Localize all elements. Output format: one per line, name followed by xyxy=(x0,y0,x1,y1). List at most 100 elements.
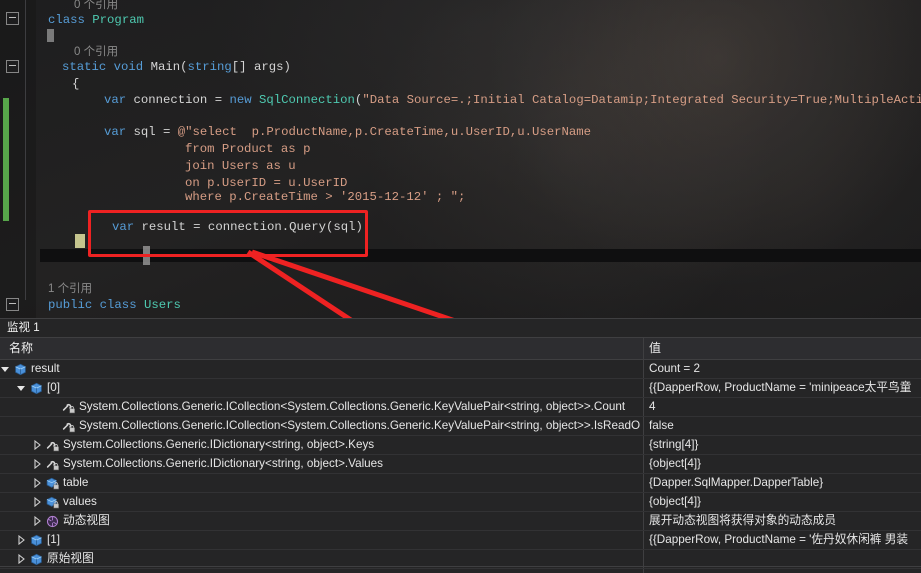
code-token: { xyxy=(72,77,79,91)
watch-row-name[interactable] xyxy=(31,569,643,573)
code-token xyxy=(252,93,259,107)
code-token: [] xyxy=(232,60,254,74)
code-token: static xyxy=(62,60,106,74)
code-token: class xyxy=(100,298,137,312)
watch-row-value[interactable]: Count = 2 xyxy=(649,360,921,378)
code-token: new xyxy=(229,93,251,107)
watch-row-name[interactable]: System.Collections.Generic.ICollection<S… xyxy=(79,398,643,416)
watch-row[interactable]: System.Collections.Generic.ICollection<S… xyxy=(0,398,921,417)
watch-row-name[interactable]: [1] xyxy=(47,531,643,549)
code-token: join Users as u xyxy=(185,159,296,173)
watch-panel[interactable]: 监视 1 名称 值 result Count = 2 [0] {{DapperRow,… xyxy=(0,318,921,573)
code-token: where p.CreateTime > '2015-12-12' ; "; xyxy=(185,190,465,204)
watch-row-name[interactable]: System.Collections.Generic.IDictionary<s… xyxy=(63,436,643,454)
watch-row[interactable] xyxy=(0,569,921,573)
code-token xyxy=(137,298,144,312)
code-line: var sql = @"select p.ProductName,p.Creat… xyxy=(104,124,591,141)
watch-row-value[interactable]: false xyxy=(649,417,921,435)
code-text-layer: 0 个引用class Program0 个引用static void Main(… xyxy=(0,0,921,318)
watch-row[interactable]: System.Collections.Generic.IDictionary<s… xyxy=(0,455,921,474)
watch-panel-title: 监视 1 xyxy=(0,319,921,337)
chevron-down-icon[interactable] xyxy=(16,383,26,393)
watch-row[interactable]: [0] {{DapperRow, ProductName = 'minipeace… xyxy=(0,379,921,398)
code-line: join Users as u xyxy=(185,158,296,175)
property-lock-icon xyxy=(62,420,75,433)
dynamic-view-icon xyxy=(46,515,59,528)
code-editor[interactable]: 0 个引用class Program0 个引用static void Main(… xyxy=(0,0,921,318)
code-token: var xyxy=(104,93,126,107)
watch-row-value[interactable]: {{DapperRow, ProductName = '佐丹奴休闲裤 男装 xyxy=(649,531,921,549)
code-line: where p.CreateTime > '2015-12-12' ; "; xyxy=(185,189,465,206)
watch-row-name[interactable]: values xyxy=(63,493,643,511)
codelens-reference-count[interactable]: 1 个引用 xyxy=(48,281,92,298)
chevron-right-icon[interactable] xyxy=(16,535,26,545)
chevron-right-icon[interactable] xyxy=(32,478,42,488)
row-column-divider xyxy=(643,569,644,573)
watch-row[interactable]: System.Collections.Generic.IDictionary<s… xyxy=(0,436,921,455)
panel-bottom-border xyxy=(0,566,921,567)
watch-row-name[interactable]: System.Collections.Generic.IDictionary<s… xyxy=(63,455,643,473)
watch-row-value[interactable]: {string[4]} xyxy=(649,436,921,454)
chevron-right-icon[interactable] xyxy=(32,440,42,450)
row-column-divider xyxy=(643,436,644,454)
column-header-name[interactable]: 名称 xyxy=(9,338,33,359)
property-lock-icon xyxy=(46,439,59,452)
code-token: SqlConnection xyxy=(259,93,355,107)
watch-row-name[interactable]: System.Collections.Generic.ICollection<S… xyxy=(79,417,643,435)
watch-row-name[interactable]: [0] xyxy=(47,379,643,397)
code-line: class Program xyxy=(48,12,144,29)
code-token: Main xyxy=(151,60,181,74)
chevron-right-icon[interactable] xyxy=(32,459,42,469)
code-token: sql = xyxy=(126,125,178,139)
column-divider[interactable] xyxy=(643,338,644,359)
watch-row[interactable]: 动态视图展开动态视图将获得对象的动态成员 xyxy=(0,512,921,531)
column-header-value[interactable]: 值 xyxy=(649,338,661,359)
code-token: connection = xyxy=(126,93,229,107)
watch-row-name[interactable]: 动态视图 xyxy=(63,512,643,530)
row-column-divider xyxy=(643,379,644,397)
watch-row-value[interactable]: 展开动态视图将获得对象的动态成员 xyxy=(649,512,921,530)
row-column-divider xyxy=(643,531,644,549)
object-cube-icon xyxy=(30,382,43,395)
watch-row[interactable]: table {Dapper.SqlMapper.DapperTable} xyxy=(0,474,921,493)
chevron-right-icon[interactable] xyxy=(32,516,42,526)
code-token xyxy=(92,298,99,312)
field-lock-icon xyxy=(46,496,59,509)
watch-row-value[interactable]: {{DapperRow, ProductName = 'minipeace太平鸟… xyxy=(649,379,921,397)
code-line: from Product as p xyxy=(185,141,310,158)
property-lock-icon xyxy=(62,401,75,414)
row-column-divider xyxy=(643,417,644,435)
watch-row-name[interactable]: table xyxy=(63,474,643,492)
code-token: args xyxy=(254,60,284,74)
chevron-right-icon[interactable] xyxy=(16,554,26,564)
row-column-divider xyxy=(643,474,644,492)
watch-row-value[interactable]: {object[4]} xyxy=(649,493,921,511)
code-token: on p.UserID = u.UserID xyxy=(185,176,347,190)
watch-row-value[interactable]: 4 xyxy=(649,398,921,416)
watch-column-headers[interactable]: 名称 值 xyxy=(0,337,921,360)
code-line: public class Users xyxy=(48,297,181,314)
watch-row-value[interactable] xyxy=(649,569,921,573)
watch-row[interactable]: [1] {{DapperRow, ProductName = '佐丹奴休闲裤 男装 xyxy=(0,531,921,550)
code-token: void xyxy=(114,60,144,74)
code-token: ( xyxy=(180,60,187,74)
object-cube-icon xyxy=(30,534,43,547)
field-lock-icon xyxy=(46,477,59,490)
watch-row[interactable]: values {object[4]} xyxy=(0,493,921,512)
code-line: static void Main(string[] args) xyxy=(62,59,291,76)
code-token xyxy=(143,60,150,74)
code-token: Users xyxy=(144,298,181,312)
chevron-right-icon[interactable] xyxy=(32,497,42,507)
watch-row-name[interactable]: result xyxy=(31,360,643,378)
chevron-down-icon[interactable] xyxy=(0,364,10,374)
watch-rows-container[interactable]: result Count = 2 [0] {{DapperRow, ProductNa… xyxy=(0,360,921,573)
watch-row[interactable]: System.Collections.Generic.ICollection<S… xyxy=(0,417,921,436)
watch-row[interactable]: result Count = 2 xyxy=(0,360,921,379)
watch-row-value[interactable]: {Dapper.SqlMapper.DapperTable} xyxy=(649,474,921,492)
code-token: class xyxy=(48,13,85,27)
code-token: @"select p.ProductName,p.CreateTime,u.Us… xyxy=(178,125,591,139)
watch-row-value[interactable]: {object[4]} xyxy=(649,455,921,473)
code-token: string xyxy=(188,60,232,74)
code-token: Program xyxy=(92,13,144,27)
code-token xyxy=(106,60,113,74)
